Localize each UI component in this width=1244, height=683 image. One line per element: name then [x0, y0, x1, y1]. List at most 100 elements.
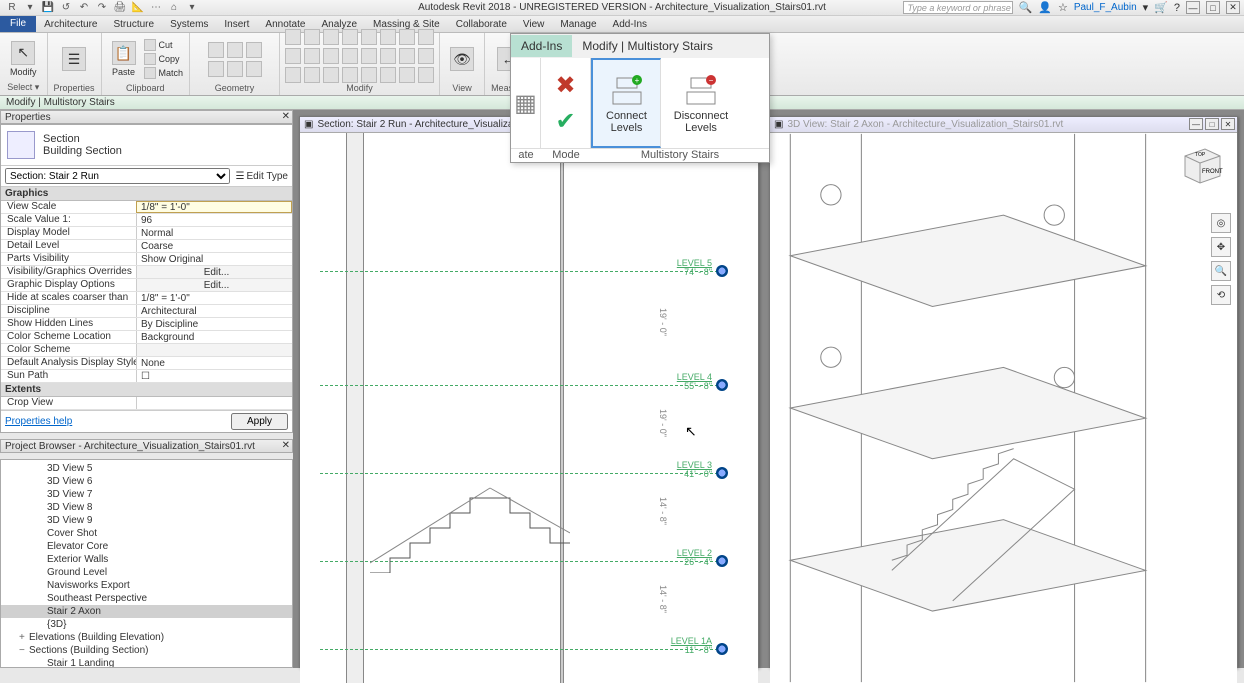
property-row[interactable]: Show Hidden LinesBy Discipline	[1, 318, 292, 331]
minimize-button[interactable]: —	[1189, 118, 1203, 130]
modify-tools[interactable]	[285, 29, 434, 83]
level-line[interactable]	[320, 271, 718, 272]
tab-manage[interactable]: Manage	[552, 17, 604, 32]
property-row[interactable]: Crop View	[1, 397, 292, 410]
qat-icon[interactable]: ⌂	[168, 2, 180, 14]
browser-item[interactable]: Navisworks Export	[1, 579, 292, 592]
qat-icon[interactable]: ⋯	[150, 2, 162, 14]
tab-view[interactable]: View	[515, 17, 553, 32]
property-row[interactable]: Color Scheme	[1, 344, 292, 357]
browser-item[interactable]: {3D}	[1, 618, 292, 631]
tab-addins[interactable]: Add-Ins	[605, 17, 655, 32]
property-row[interactable]: Detail LevelCoarse	[1, 240, 292, 253]
level-head-icon[interactable]	[716, 379, 728, 391]
property-row[interactable]: Default Analysis Display StyleNone	[1, 357, 292, 370]
redo-icon[interactable]: ↷	[96, 2, 108, 14]
property-row[interactable]: Display ModelNormal	[1, 227, 292, 240]
section-canvas[interactable]: LEVEL 574' - 8"LEVEL 455' - 8"19' - 0"LE…	[300, 133, 758, 683]
open-icon[interactable]: ▾	[24, 2, 36, 14]
tab-collaborate[interactable]: Collaborate	[448, 17, 515, 32]
project-browser-title[interactable]: Project Browser - Architecture_Visualiza…	[0, 439, 293, 453]
browser-item[interactable]: Stair 1 Landing	[1, 657, 292, 667]
restore-button[interactable]: □	[1205, 118, 1219, 130]
browser-item[interactable]: Stair 2 Axon	[1, 605, 292, 618]
geometry-tools[interactable]	[208, 42, 262, 77]
level-head-icon[interactable]	[716, 467, 728, 479]
browser-item[interactable]: 3D View 8	[1, 501, 292, 514]
close-button[interactable]: ✕	[1221, 118, 1235, 130]
3d-canvas[interactable]: FRONTTOP ◎ ✥ 🔍 ⟲	[770, 133, 1237, 683]
close-icon[interactable]: ✕	[282, 111, 290, 122]
pan-icon[interactable]: ✥	[1211, 237, 1231, 257]
property-row[interactable]: DisciplineArchitectural	[1, 305, 292, 318]
view-button[interactable]: 👁	[446, 45, 478, 73]
property-row[interactable]: Hide at scales coarser than1/8" = 1'-0"	[1, 292, 292, 305]
level-head-icon[interactable]	[716, 643, 728, 655]
tab-structure[interactable]: Structure	[105, 17, 162, 32]
browser-item[interactable]: Exterior Walls	[1, 553, 292, 566]
property-row[interactable]: View Scale1/8" = 1'-0"	[1, 201, 292, 214]
property-row[interactable]: Color Scheme LocationBackground	[1, 331, 292, 344]
browser-list[interactable]: 3D View 53D View 63D View 73D View 83D V…	[1, 460, 292, 667]
navigation-bar[interactable]: ◎ ✥ 🔍 ⟲	[1211, 213, 1231, 305]
property-row[interactable]: Parts VisibilityShow Original	[1, 253, 292, 266]
property-row[interactable]: Visibility/Graphics OverridesEdit...	[1, 266, 292, 279]
modify-button[interactable]: ↖Modify	[6, 39, 41, 79]
3d-view-title[interactable]: ▣ 3D View: Stair 2 Axon - Architecture_V…	[770, 117, 1237, 133]
apply-button[interactable]: Apply	[231, 413, 288, 430]
property-row[interactable]: Scale Value 1:96	[1, 214, 292, 227]
browser-item[interactable]: 3D View 6	[1, 475, 292, 488]
paste-button[interactable]: 📋Paste	[108, 39, 140, 79]
browser-item[interactable]: Southeast Perspective	[1, 592, 292, 605]
browser-category[interactable]: +Elevations (Building Elevation)	[1, 631, 292, 644]
maximize-button[interactable]: □	[1206, 1, 1220, 14]
section-view-window[interactable]: ▣ Section: Stair 2 Run - Architecture_Vi…	[299, 116, 759, 668]
undo-icon[interactable]: ↶	[78, 2, 90, 14]
cancel-icon[interactable]: ✖	[548, 67, 584, 103]
finish-icon[interactable]: ✔	[548, 103, 584, 139]
measure-icon[interactable]: 📐	[132, 2, 144, 14]
copy-button[interactable]: Copy	[144, 53, 184, 65]
instance-selector[interactable]: Section: Stair 2 Run	[5, 168, 230, 184]
browser-category[interactable]: −Sections (Building Section)	[1, 644, 292, 657]
save-icon[interactable]: 💾	[42, 2, 54, 14]
zoom-icon[interactable]: 🔍	[1211, 261, 1231, 281]
browser-item[interactable]: 3D View 9	[1, 514, 292, 527]
minimize-button[interactable]: —	[1186, 1, 1200, 14]
user-link[interactable]: Paul_F_Aubin	[1074, 2, 1137, 13]
properties-button[interactable]: ☰	[58, 45, 90, 73]
cut-button[interactable]: Cut	[144, 39, 184, 51]
signin-icon[interactable]: 👤	[1038, 1, 1052, 14]
level-line[interactable]	[320, 649, 718, 650]
browser-item[interactable]: 3D View 7	[1, 488, 292, 501]
file-tab[interactable]: File	[0, 15, 36, 32]
3d-view-window[interactable]: ▣ 3D View: Stair 2 Axon - Architecture_V…	[769, 116, 1238, 668]
edit-type-button[interactable]: ☰Edit Type	[236, 171, 288, 182]
orbit-icon[interactable]: ⟲	[1211, 285, 1231, 305]
level-line[interactable]	[320, 385, 718, 386]
browser-item[interactable]: Cover Shot	[1, 527, 292, 540]
search-icon[interactable]: 🔍	[1019, 1, 1033, 14]
overlay-tab-modify[interactable]: Modify | Multistory Stairs	[572, 35, 769, 57]
star-icon[interactable]: ☆	[1058, 1, 1068, 14]
level-head-icon[interactable]	[716, 265, 728, 277]
level-head-icon[interactable]	[716, 555, 728, 567]
view-cube[interactable]: FRONTTOP	[1175, 141, 1225, 191]
properties-help-link[interactable]: Properties help	[5, 416, 72, 427]
browser-item[interactable]: Elevator Core	[1, 540, 292, 553]
create-group-icon[interactable]: ▦	[508, 85, 544, 121]
exchange-icon[interactable]: ▾	[1143, 1, 1149, 14]
property-row[interactable]: Graphic Display OptionsEdit...	[1, 279, 292, 292]
cart-icon[interactable]: 🛒	[1154, 1, 1168, 14]
qat-icon[interactable]: ▾	[186, 2, 198, 14]
disconnect-levels-button[interactable]: − Disconnect Levels	[661, 58, 741, 148]
tab-architecture[interactable]: Architecture	[36, 17, 105, 32]
sync-icon[interactable]: ↺	[60, 2, 72, 14]
close-button[interactable]: ✕	[1226, 1, 1240, 14]
browser-item[interactable]: 3D View 5	[1, 462, 292, 475]
help-icon[interactable]: ?	[1174, 2, 1180, 14]
full-nav-wheel-icon[interactable]: ◎	[1211, 213, 1231, 233]
browser-item[interactable]: Ground Level	[1, 566, 292, 579]
tab-systems[interactable]: Systems	[162, 17, 216, 32]
match-button[interactable]: Match	[144, 67, 184, 79]
